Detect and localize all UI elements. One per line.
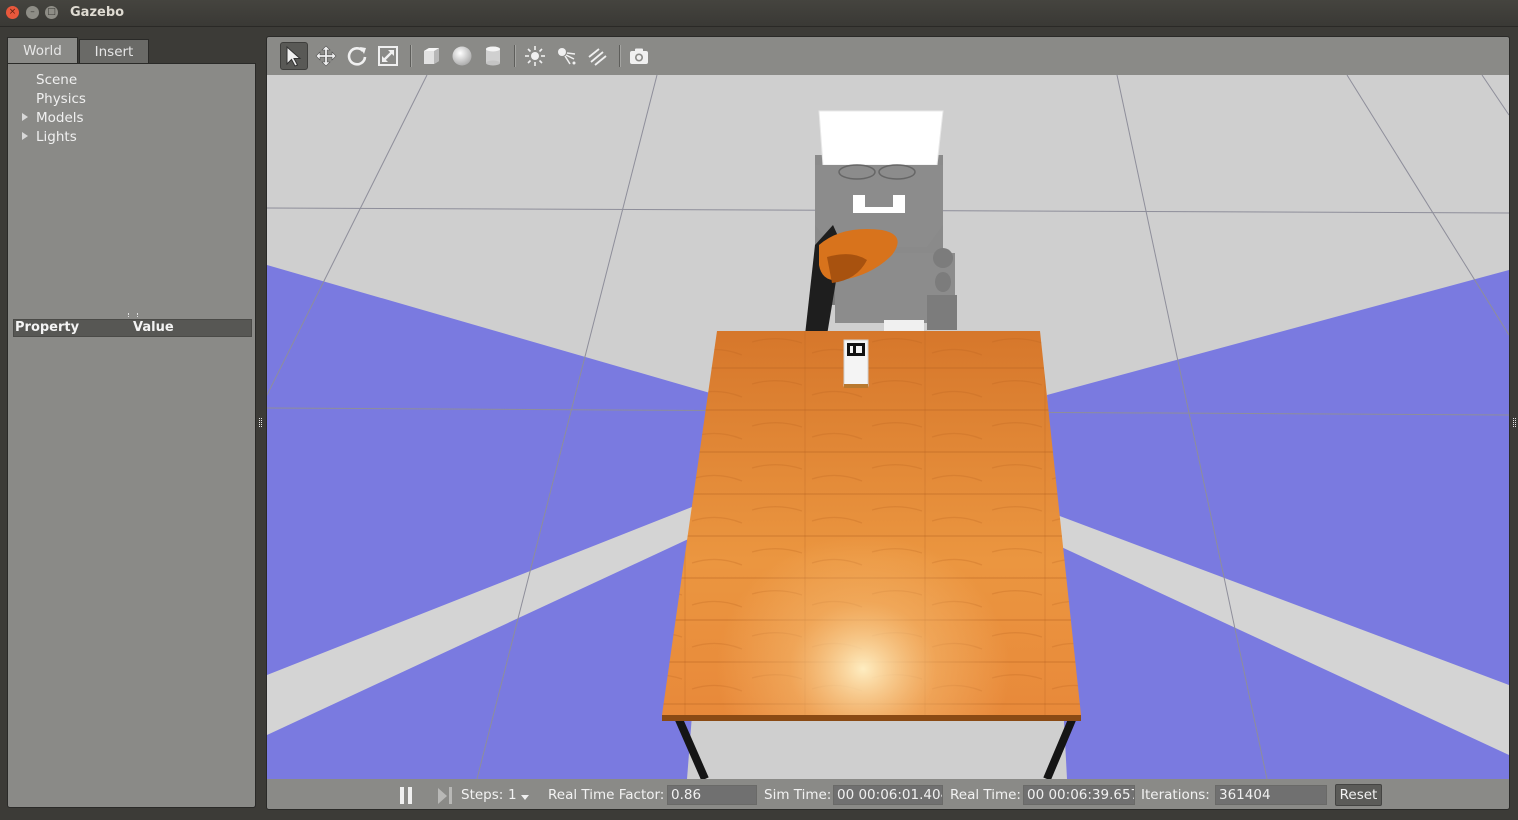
marker-cube-model[interactable] [843,339,869,388]
insert-spot-light-button[interactable] [552,42,580,70]
tree-item-label: Lights [36,129,77,145]
sim-time-label: Sim Time: [764,787,832,803]
insert-directional-light-button[interactable] [583,42,611,70]
scale-mode-button[interactable] [374,42,402,70]
steps-dropdown-icon[interactable] [521,795,529,800]
value-column-header[interactable]: Value [133,320,174,336]
cylinder-shape-icon [486,46,500,66]
point-light-icon [525,46,545,66]
tree-item-physics[interactable]: Physics [36,91,86,107]
window-title: Gazebo [70,5,125,20]
minimize-window-button[interactable]: – [26,6,39,19]
spot-light-icon [558,48,576,65]
tree-item-models[interactable]: Models [22,110,84,126]
toolbar-separator [514,45,516,67]
directional-light-icon [588,48,607,66]
pause-button[interactable] [400,787,414,804]
tab-insert[interactable]: Insert [79,39,149,63]
rotate-mode-button[interactable] [343,42,371,70]
world-panel: Scene Physics Models Lights Property Val… [7,63,256,808]
left-panel-resize-grip[interactable] [259,418,262,427]
property-column-header[interactable]: Property [15,320,79,336]
tree-item-label: Physics [36,91,86,107]
real-time-label: Real Time: [950,787,1021,803]
property-table-header: Property Value [13,319,252,337]
real-time-field: 00 00:06:39.657 [1023,785,1135,805]
render-toolbar [267,37,1509,75]
select-arrow-icon [286,45,302,67]
reset-time-button[interactable]: Reset [1335,784,1382,806]
real-time-factor-field: 0.86 [667,785,757,805]
screenshot-camera-icon [630,48,648,64]
toolbar-separator [619,45,621,67]
tab-world[interactable]: World [7,37,78,65]
translate-icon [315,45,337,67]
panel-splitter-handle[interactable] [128,313,138,317]
sim-time-field: 00 00:06:01.404 [833,785,943,805]
render-frame: Steps: 1 Real Time Factor: 0.86 Sim Time… [266,36,1510,810]
box-shape-icon [424,48,439,64]
expand-arrow-icon[interactable] [22,132,28,140]
scene-render [267,75,1509,779]
insert-box-button[interactable] [417,42,445,70]
tree-item-lights[interactable]: Lights [22,129,77,145]
scene-viewport[interactable] [267,75,1509,779]
title-bar: × – □ Gazebo [0,0,1518,27]
select-mode-button[interactable] [280,42,308,70]
wooden-table-model[interactable] [662,331,1081,779]
tree-item-label: Scene [36,72,78,88]
insert-cylinder-button[interactable] [479,42,507,70]
expand-arrow-icon[interactable] [22,113,28,121]
sphere-shape-icon [452,46,472,66]
maximize-window-button[interactable]: □ [45,6,58,19]
toolbar-separator [410,45,412,67]
tree-item-label: Models [36,110,84,126]
robot-model[interactable] [805,110,957,335]
real-time-factor-label: Real Time Factor: [548,787,665,803]
iterations-label: Iterations: [1141,787,1210,803]
tree-item-scene[interactable]: Scene [36,72,77,88]
steps-value[interactable]: 1 [508,787,517,803]
close-window-button[interactable]: × [6,6,19,19]
pause-icon [400,787,404,804]
step-forward-icon [438,788,447,804]
scale-icon [378,46,398,66]
translate-mode-button[interactable] [312,42,340,70]
insert-sphere-button[interactable] [448,42,476,70]
simulation-statusbar: Steps: 1 Real Time Factor: 0.86 Sim Time… [267,779,1509,809]
step-button[interactable] [438,787,454,804]
screenshot-button[interactable] [625,42,653,70]
insert-point-light-button[interactable] [521,42,549,70]
steps-label: Steps: [461,787,504,803]
right-panel-resize-grip[interactable] [1513,418,1516,427]
iterations-field: 361404 [1215,785,1327,805]
rotate-icon [347,47,367,66]
